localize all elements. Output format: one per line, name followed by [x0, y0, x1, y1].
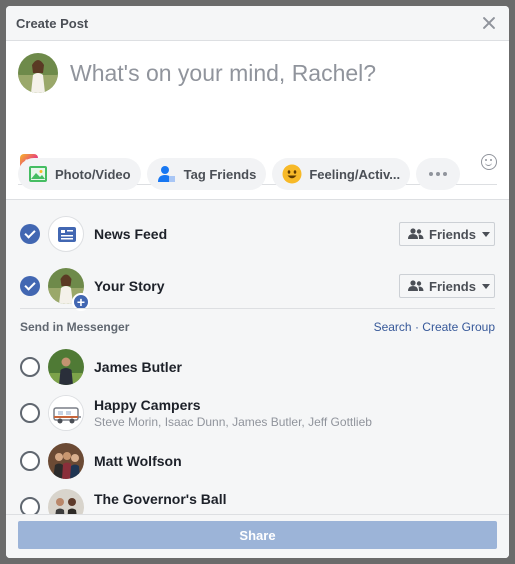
messenger-links: Search · Create Group [374, 320, 495, 334]
create-group-link[interactable]: Create Group [422, 320, 495, 334]
avatar [48, 443, 84, 479]
photo-video-label: Photo/Video [55, 166, 131, 182]
tag-friends-label: Tag Friends [183, 166, 257, 182]
divider [20, 308, 495, 309]
list-item[interactable]: James Butler [20, 349, 495, 385]
messenger-header: Send in Messenger Search · Create Group [20, 320, 495, 334]
emoji-icon[interactable] [481, 154, 497, 170]
contact-info: Happy Campers Steve Morin, Isaac Dunn, J… [84, 397, 372, 429]
news-feed-icon [48, 216, 84, 252]
tag-icon [157, 164, 177, 184]
create-post-dialog: Create Post What's on your mind, Rachel?… [6, 6, 509, 558]
more-options-button[interactable] [416, 158, 461, 190]
user-avatar [18, 53, 58, 93]
your-story-privacy-label: Friends [429, 278, 476, 294]
list-item[interactable]: Happy Campers Steve Morin, Isaac Dunn, J… [20, 395, 495, 431]
audience-section: News Feed Friends Your Story Friends + S… [6, 199, 509, 558]
feeling-activity-label: Feeling/Activ... [309, 166, 401, 182]
share-button[interactable]: Share [18, 521, 497, 549]
friends-icon [408, 280, 424, 291]
search-link[interactable]: Search [374, 320, 412, 334]
photo-icon [28, 164, 48, 184]
more-icon [429, 172, 448, 176]
your-story-label: Your Story [94, 278, 165, 294]
contact-name: The Governor's Ball [94, 491, 227, 507]
tag-friends-button[interactable]: Tag Friends [146, 158, 267, 190]
composer-input[interactable]: What's on your mind, Rachel? [70, 60, 376, 87]
contact-radio[interactable] [20, 357, 40, 377]
dialog-footer: Share [6, 514, 509, 558]
news-feed-row[interactable]: News Feed Friends [20, 216, 495, 252]
contact-name: Happy Campers [94, 397, 201, 413]
feeling-icon [282, 164, 302, 184]
chevron-down-icon [481, 283, 490, 289]
contact-name: Matt Wolfson [94, 453, 182, 469]
your-story-row[interactable]: Your Story Friends [20, 268, 495, 304]
news-feed-privacy-label: Friends [429, 226, 476, 242]
close-icon[interactable] [481, 15, 497, 31]
news-feed-checkbox[interactable] [20, 224, 40, 244]
chevron-down-icon [481, 231, 490, 237]
dialog-header: Create Post [6, 6, 509, 41]
contact-radio[interactable] [20, 451, 40, 471]
action-pills: Photo/Video Tag Friends Feeling/Activ... [18, 158, 461, 190]
news-feed-privacy-dropdown[interactable]: Friends [399, 222, 495, 246]
your-story-checkbox[interactable] [20, 276, 40, 296]
avatar [48, 349, 84, 385]
list-item[interactable]: Matt Wolfson [20, 443, 495, 479]
messenger-title: Send in Messenger [20, 320, 130, 334]
contact-radio[interactable] [20, 403, 40, 423]
news-feed-label: News Feed [94, 226, 168, 242]
link-separator: · [414, 320, 419, 334]
photo-video-button[interactable]: Photo/Video [18, 158, 141, 190]
contact-name: James Butler [94, 359, 182, 375]
your-story-privacy-dropdown[interactable]: Friends [399, 274, 495, 298]
contact-members: Steve Morin, Isaac Dunn, James Butler, J… [94, 415, 372, 429]
avatar [48, 395, 84, 431]
feeling-activity-button[interactable]: Feeling/Activ... [272, 158, 411, 190]
friends-icon [408, 228, 424, 239]
dialog-title: Create Post [16, 15, 89, 31]
